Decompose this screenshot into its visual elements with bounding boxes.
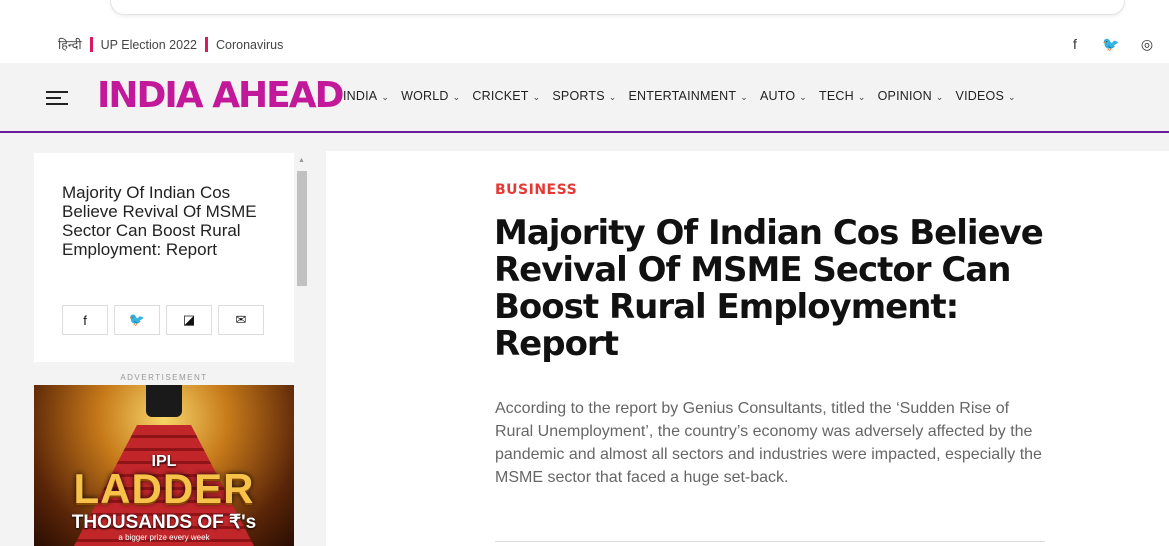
article-category[interactable]: BUSINESS [495, 182, 577, 198]
chevron-down-icon: ⌄ [799, 92, 808, 102]
facebook-icon: f [83, 312, 87, 328]
chevron-down-icon: ⌄ [740, 92, 748, 102]
email-share-button[interactable]: ✉ [218, 305, 264, 335]
nav-item-videos[interactable]: VIDEOS ⌄ [956, 89, 1016, 103]
sticky-share-card: Majority Of Indian Cos Believe Revival O… [34, 153, 294, 362]
chevron-down-icon: ⌄ [1007, 92, 1016, 102]
up-election-link[interactable]: UP Election 2022 [101, 38, 197, 52]
nav-item-sports[interactable]: SPORTS ⌄ [552, 89, 616, 103]
site-logo[interactable]: INDIA AHEAD [97, 76, 345, 116]
link-separator [205, 37, 208, 52]
flipboard-icon: ◪ [182, 312, 196, 327]
menu-icon[interactable] [46, 91, 68, 105]
twitter-icon: 🐦 [128, 312, 146, 327]
chevron-down-icon: ⌄ [452, 92, 461, 102]
twitter-icon[interactable]: 🐦 [1102, 36, 1119, 53]
article-headline: Majority Of Indian Cos Believe Revival O… [494, 213, 1044, 364]
scrollbar-thumb[interactable] [297, 171, 307, 286]
chevron-down-icon: ⌄ [381, 92, 390, 102]
chevron-down-icon: ⌄ [532, 92, 541, 102]
main-nav: INDIA AHEAD INDIA ⌄ WORLD ⌄ CRICKET ⌄ SPORT… [0, 63, 1169, 133]
ad-thousands-text: THOUSANDS OF ₹'s [71, 512, 257, 533]
facebook-share-button[interactable]: f [62, 305, 108, 335]
ad-ladder-text: LADDER [73, 465, 255, 512]
scroll-up-arrow-icon[interactable]: ▲ [298, 157, 305, 164]
nav-item-opinion[interactable]: OPINION ⌄ [878, 89, 944, 103]
nav-item-tech[interactable]: TECH ⌄ [819, 89, 866, 103]
share-buttons: f 🐦 ◪ ✉ [62, 305, 264, 335]
coronavirus-link[interactable]: Coronavirus [216, 38, 283, 52]
ad-person-graphic [146, 385, 182, 417]
facebook-icon[interactable]: f [1067, 36, 1083, 53]
utility-links: हिन्दी UP Election 2022 Coronavirus [58, 36, 283, 53]
chevron-down-icon: ⌄ [608, 92, 617, 102]
email-icon: ✉ [235, 312, 247, 327]
utility-bar: हिन्दी UP Election 2022 Coronavirus f 🐦 … [0, 28, 1169, 62]
sidebar-article-title: Majority Of Indian Cos Believe Revival O… [62, 183, 257, 259]
link-separator [89, 37, 93, 52]
social-links: f 🐦 ◎ [1067, 36, 1155, 53]
twitter-share-button[interactable]: 🐦 [114, 305, 160, 335]
sidebar-scrollbar[interactable]: ▲ [295, 157, 309, 357]
flipboard-share-button[interactable]: ◪ [166, 305, 212, 335]
advertisement-label: ADVERTISEMENT [120, 373, 208, 382]
nav-item-world[interactable]: WORLD ⌄ [401, 89, 460, 103]
nav-item-entertainment[interactable]: ENTERTAINMENT ⌄ [629, 89, 748, 103]
article-summary: According to the report by Genius Consul… [495, 400, 1042, 486]
nav-item-cricket[interactable]: CRICKET ⌄ [472, 89, 540, 103]
divider [495, 541, 1045, 542]
instagram-icon[interactable]: ◎ [1139, 36, 1155, 53]
top-search-strip [110, 0, 1125, 15]
ipl-ladder-ad[interactable]: IPL LADDER THOUSANDS OF ₹'s a bigger pri… [34, 385, 294, 546]
nav-item-auto[interactable]: AUTO ⌄ [760, 89, 807, 103]
nav-menu: INDIA ⌄ WORLD ⌄ CRICKET ⌄ SPORTS ⌄ ENTERTAIN… [343, 89, 1016, 103]
ad-subtext: a bigger prize every week [118, 533, 210, 542]
hindi-link[interactable]: हिन्दी [58, 36, 82, 53]
chevron-down-icon: ⌄ [857, 92, 866, 102]
chevron-down-icon: ⌄ [935, 92, 944, 102]
nav-item-india[interactable]: INDIA ⌄ [343, 89, 389, 103]
